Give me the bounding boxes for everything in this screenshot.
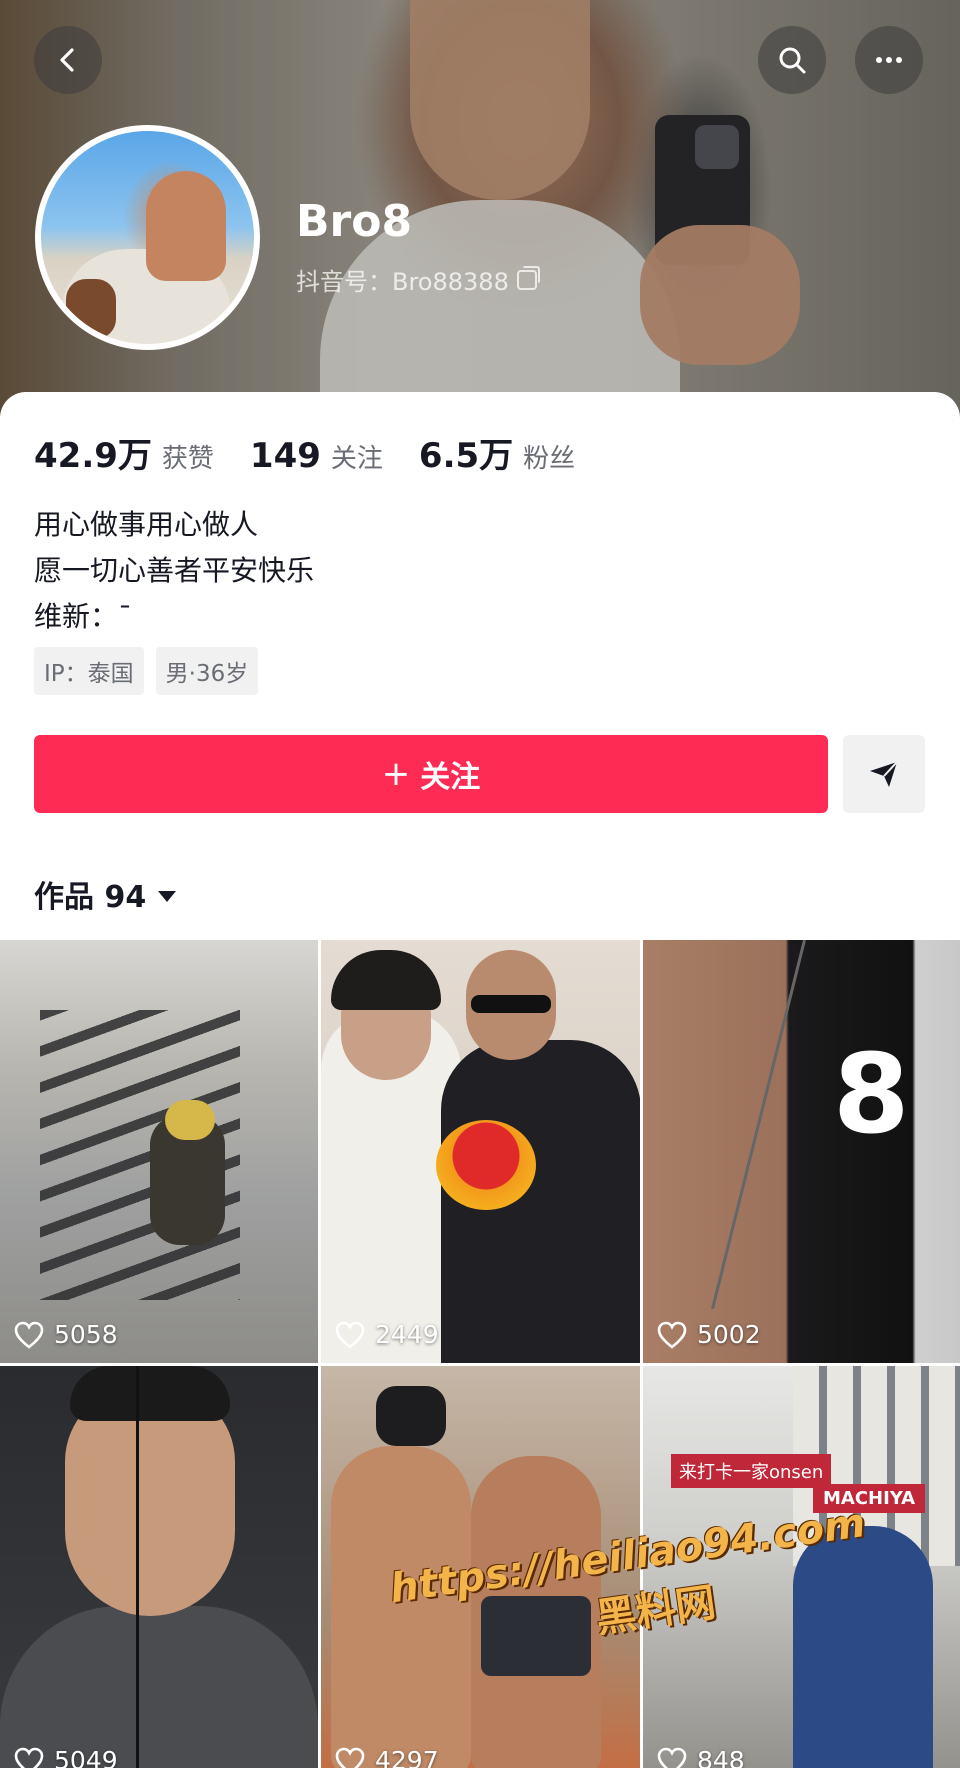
caret-down-icon [158,890,177,902]
video-caption: 来打卡一家onsen [671,1454,832,1488]
stats-row: 42.9万 获赞 149 关注 6.5万 粉丝 [34,428,575,477]
like-count: 2449 [335,1320,439,1349]
jersey-number: 8 [833,1030,910,1158]
account-id[interactable]: 抖音号：Bro88388 [296,262,540,297]
video-tile[interactable]: 来打卡一家onsen MACHIYA 848 [643,1366,960,1768]
bio-line: 用心做事用心做人 [34,508,259,541]
heart-icon [14,1747,44,1768]
video-tile[interactable]: 2449 [321,940,640,1363]
profile-tags: IP：泰国 男·36岁 [34,647,259,695]
stat-label: 关注 [330,444,383,474]
stat-value: 149 [249,436,321,476]
stat-label: 粉丝 [523,444,576,474]
stat-value: 42.9万 [34,436,152,476]
back-button[interactable] [34,26,102,94]
ip-tag: IP：泰国 [34,647,144,695]
heart-icon [335,1321,365,1349]
bio: 用心做事用心做人 愿一切心善者平安快乐 维新：¯ [34,502,314,640]
stat-following[interactable]: 149 关注 [250,436,383,476]
video-tile[interactable]: 5049 [0,1366,318,1768]
copy-icon[interactable] [516,265,540,290]
bio-line: 维新：¯ [34,600,133,633]
heart-icon [657,1321,687,1349]
profile-nickname: Bro8 [296,196,413,247]
like-count: 4297 [335,1746,439,1768]
stat-followers[interactable]: 6.5万 粉丝 [419,428,575,477]
profile-card: 42.9万 获赞 149 关注 6.5万 粉丝 用心做事用心做人 愿一切心善者平… [0,392,960,942]
works-tab[interactable]: 作品 94 [34,872,177,916]
search-icon [779,47,806,74]
like-count: 848 [657,1746,745,1768]
like-count-text: 5058 [54,1320,118,1349]
plus-icon: + [381,754,411,794]
like-count: 5058 [14,1320,118,1349]
video-tile[interactable]: 8 5002 [643,940,960,1363]
like-count-text: 5002 [697,1320,761,1349]
follow-label: 关注 [420,760,481,795]
avatar[interactable] [35,125,260,350]
search-button[interactable] [758,26,826,94]
stat-label: 获赞 [161,444,214,474]
more-button[interactable] [855,26,923,94]
like-count-text: 848 [697,1746,745,1768]
works-label: 作品 94 [34,880,147,915]
heart-icon [335,1747,365,1768]
heart-icon [14,1321,44,1349]
video-grid: 5058 2449 8 5002 5049 4297 来打卡一家onsen MA… [0,940,960,1768]
more-icon [876,57,902,63]
like-count: 5049 [14,1746,118,1768]
like-count-text: 2449 [375,1320,439,1349]
account-id-text: 抖音号：Bro88388 [296,268,509,296]
gender-age-tag: 男·36岁 [155,647,259,695]
stat-likes[interactable]: 42.9万 获赞 [34,428,214,477]
like-count: 5002 [657,1320,761,1349]
bio-line: 愿一切心善者平安快乐 [34,554,315,587]
heart-icon [657,1747,687,1768]
video-tile[interactable]: 4297 [321,1366,640,1768]
video-tile[interactable]: 5058 [0,940,318,1363]
back-arrow-icon [60,48,74,72]
like-count-text: 5049 [54,1746,118,1768]
stat-value: 6.5万 [418,436,514,476]
follow-button[interactable]: + 关注 [34,735,828,813]
like-count-text: 4297 [375,1746,439,1768]
shop-sign: MACHIYA [813,1484,926,1513]
share-button[interactable] [843,735,925,813]
share-icon [870,761,898,787]
